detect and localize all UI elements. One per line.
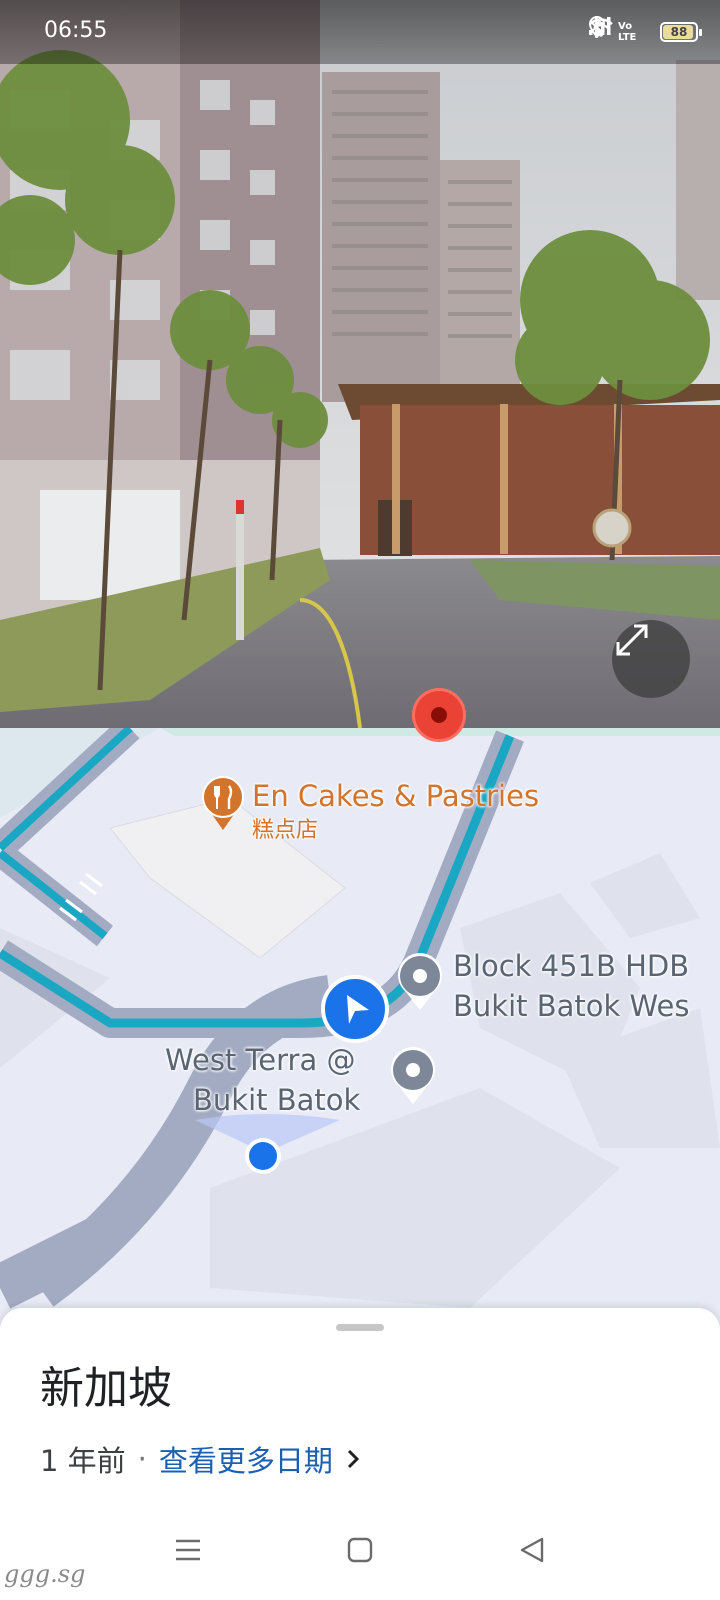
expand-diagonal-icon <box>616 624 648 656</box>
street-view-position-marker[interactable] <box>412 688 466 742</box>
battery-level-text: 88 <box>670 25 688 39</box>
menu-icon[interactable] <box>166 1528 210 1572</box>
status-bar: 06:55 Vo LTE 88 <box>0 0 720 64</box>
street-view-image <box>0 0 720 728</box>
navigation-arrow-icon <box>321 975 389 1043</box>
poi-west-terra-name-line1: West Terra @ <box>165 1043 356 1077</box>
place-title: 新加坡 <box>40 1363 172 1414</box>
watermark: ggg.sg <box>4 1560 86 1588</box>
poi-block-451b-name-line1: Block 451B HDB <box>453 949 690 983</box>
date-separator: · <box>137 1442 147 1476</box>
see-more-dates-link[interactable]: 查看更多日期 <box>159 1438 333 1480</box>
current-location-dot[interactable] <box>243 1136 283 1176</box>
back-triangle-icon[interactable] <box>510 1528 554 1572</box>
expand-button[interactable] <box>612 620 690 698</box>
place-pin-icon <box>398 953 442 1010</box>
image-date-age: 1 年前 <box>40 1444 126 1478</box>
poi-block-451b-name-line2: Bukit Batok Wes <box>453 989 690 1023</box>
battery-nub <box>699 29 702 36</box>
system-nav-bar <box>0 1506 720 1600</box>
poi-west-terra-name-line2: Bukit Batok <box>193 1083 361 1117</box>
place-pin-icon <box>391 1047 435 1104</box>
map-view[interactable]: En Cakes & Pastries 糕点店 Block 451B HDB B… <box>0 728 720 1328</box>
poi-en-cakes-category: 糕点店 <box>252 818 319 843</box>
date-row: 1 年前 · 查看更多日期 <box>40 1438 361 1480</box>
drag-handle[interactable] <box>336 1324 384 1331</box>
status-time: 06:55 <box>44 18 108 43</box>
poi-en-cakes-name: En Cakes & Pastries <box>252 779 540 813</box>
chevron-right-icon[interactable] <box>345 1448 361 1470</box>
home-square-icon[interactable] <box>338 1528 382 1572</box>
battery-icon: 88 <box>660 22 702 42</box>
restaurant-icon <box>202 776 244 830</box>
status-icons: Vo LTE 88 <box>588 16 702 48</box>
volte-icon: Vo LTE <box>618 21 637 43</box>
street-view-panorama[interactable]: 06:55 Vo LTE 88 <box>0 0 720 728</box>
